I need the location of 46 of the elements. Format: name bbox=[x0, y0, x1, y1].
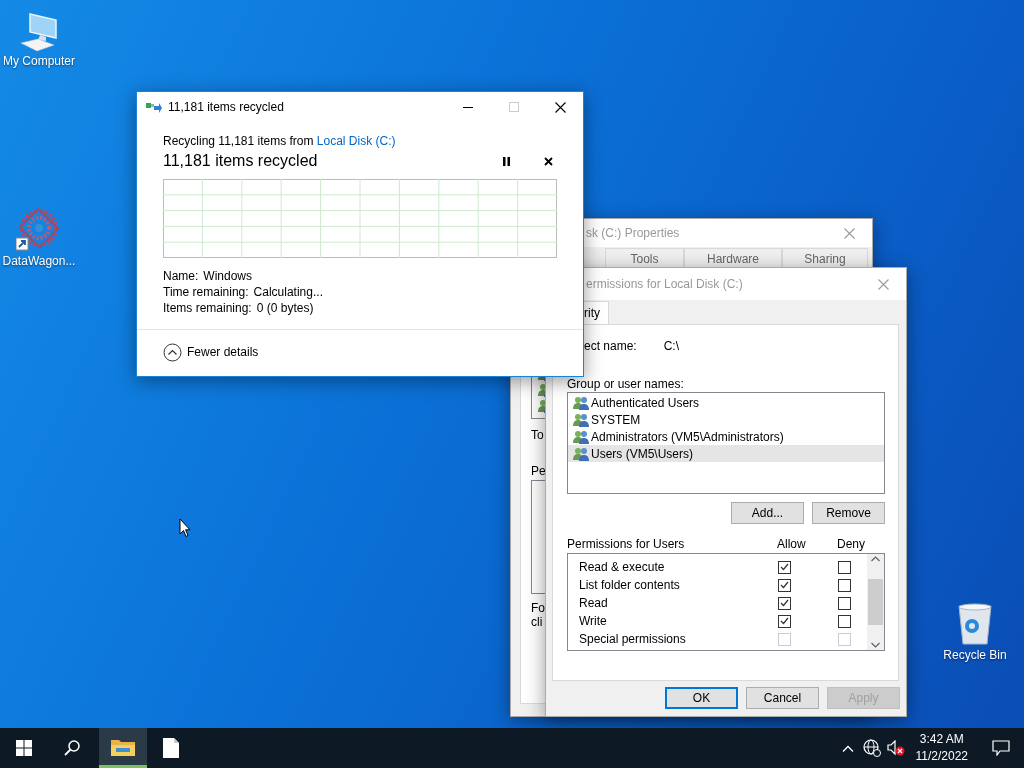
detail-label: Time remaining: bbox=[163, 284, 249, 300]
tab[interactable]: Sharing bbox=[782, 248, 868, 268]
permission-name: List folder contents bbox=[579, 578, 681, 592]
progress-description: Recycling 11,181 items from Local Disk (C:) bbox=[163, 134, 397, 148]
window-title: sk (C:) Properties bbox=[585, 226, 681, 240]
source-link[interactable]: Local Disk (C:) bbox=[316, 134, 396, 148]
user-list-item[interactable]: SYSTEM bbox=[568, 411, 884, 428]
tab[interactable]: Tools bbox=[605, 248, 684, 268]
fewer-details-button[interactable]: Fewer details bbox=[163, 342, 259, 362]
window-title: ermissions for Local Disk (C:) bbox=[585, 277, 744, 291]
list-button[interactable]: Remove bbox=[812, 502, 885, 524]
progress-heading: 11,181 items recycled bbox=[163, 151, 319, 171]
user-list-item[interactable]: Authenticated Users bbox=[568, 394, 884, 411]
clock-date: 11/2/2022 bbox=[915, 748, 968, 765]
desktop-icon-label[interactable]: My Computer bbox=[3, 54, 75, 68]
desktop-icon-label[interactable]: Recycle Bin bbox=[943, 648, 1007, 662]
field-label: ect name: bbox=[584, 339, 637, 353]
permission-name: Special permissions bbox=[579, 632, 687, 646]
section-label: Permissions for Users bbox=[567, 537, 686, 551]
detail-value: 0 (0 bytes) bbox=[256, 300, 314, 316]
text-fragment: Fo bbox=[531, 601, 545, 615]
user-list-item[interactable]: Administrators (VM5\Administrators) bbox=[568, 428, 884, 445]
list-button[interactable]: Add... bbox=[731, 502, 804, 524]
desktop-icon-label[interactable]: DataWagon... bbox=[2, 254, 76, 268]
window-title: 11,181 items recycled bbox=[168, 100, 285, 114]
clock[interactable]: 3:42 AM 11/2/2022 bbox=[907, 731, 978, 765]
detail-value: Calculating... bbox=[253, 284, 323, 300]
object-name: C:\ bbox=[663, 339, 680, 353]
detail-label: Name: bbox=[163, 268, 199, 284]
column-header: Deny bbox=[837, 537, 865, 551]
column-header: Allow bbox=[777, 537, 807, 551]
detail-label: Items remaining: bbox=[163, 300, 252, 316]
user-list-item[interactable]: Users (VM5\Users) bbox=[568, 445, 884, 462]
text-fragment: To bbox=[531, 428, 544, 442]
permission-name: Read & execute bbox=[579, 560, 666, 574]
dialog-button[interactable]: Cancel bbox=[746, 687, 819, 709]
clock-time: 3:42 AM bbox=[919, 731, 964, 748]
detail-value: Windows bbox=[203, 268, 253, 284]
dialog-button[interactable]: OK bbox=[665, 687, 738, 709]
permission-name: Write bbox=[579, 614, 608, 628]
permission-name: Read bbox=[579, 596, 609, 610]
tab[interactable]: rity bbox=[583, 301, 609, 324]
text-fragment: cli bbox=[531, 615, 543, 629]
field-label: Group or user names: bbox=[567, 377, 684, 391]
text-fragment: Pe bbox=[531, 464, 546, 478]
tab[interactable]: Hardware bbox=[684, 248, 782, 268]
